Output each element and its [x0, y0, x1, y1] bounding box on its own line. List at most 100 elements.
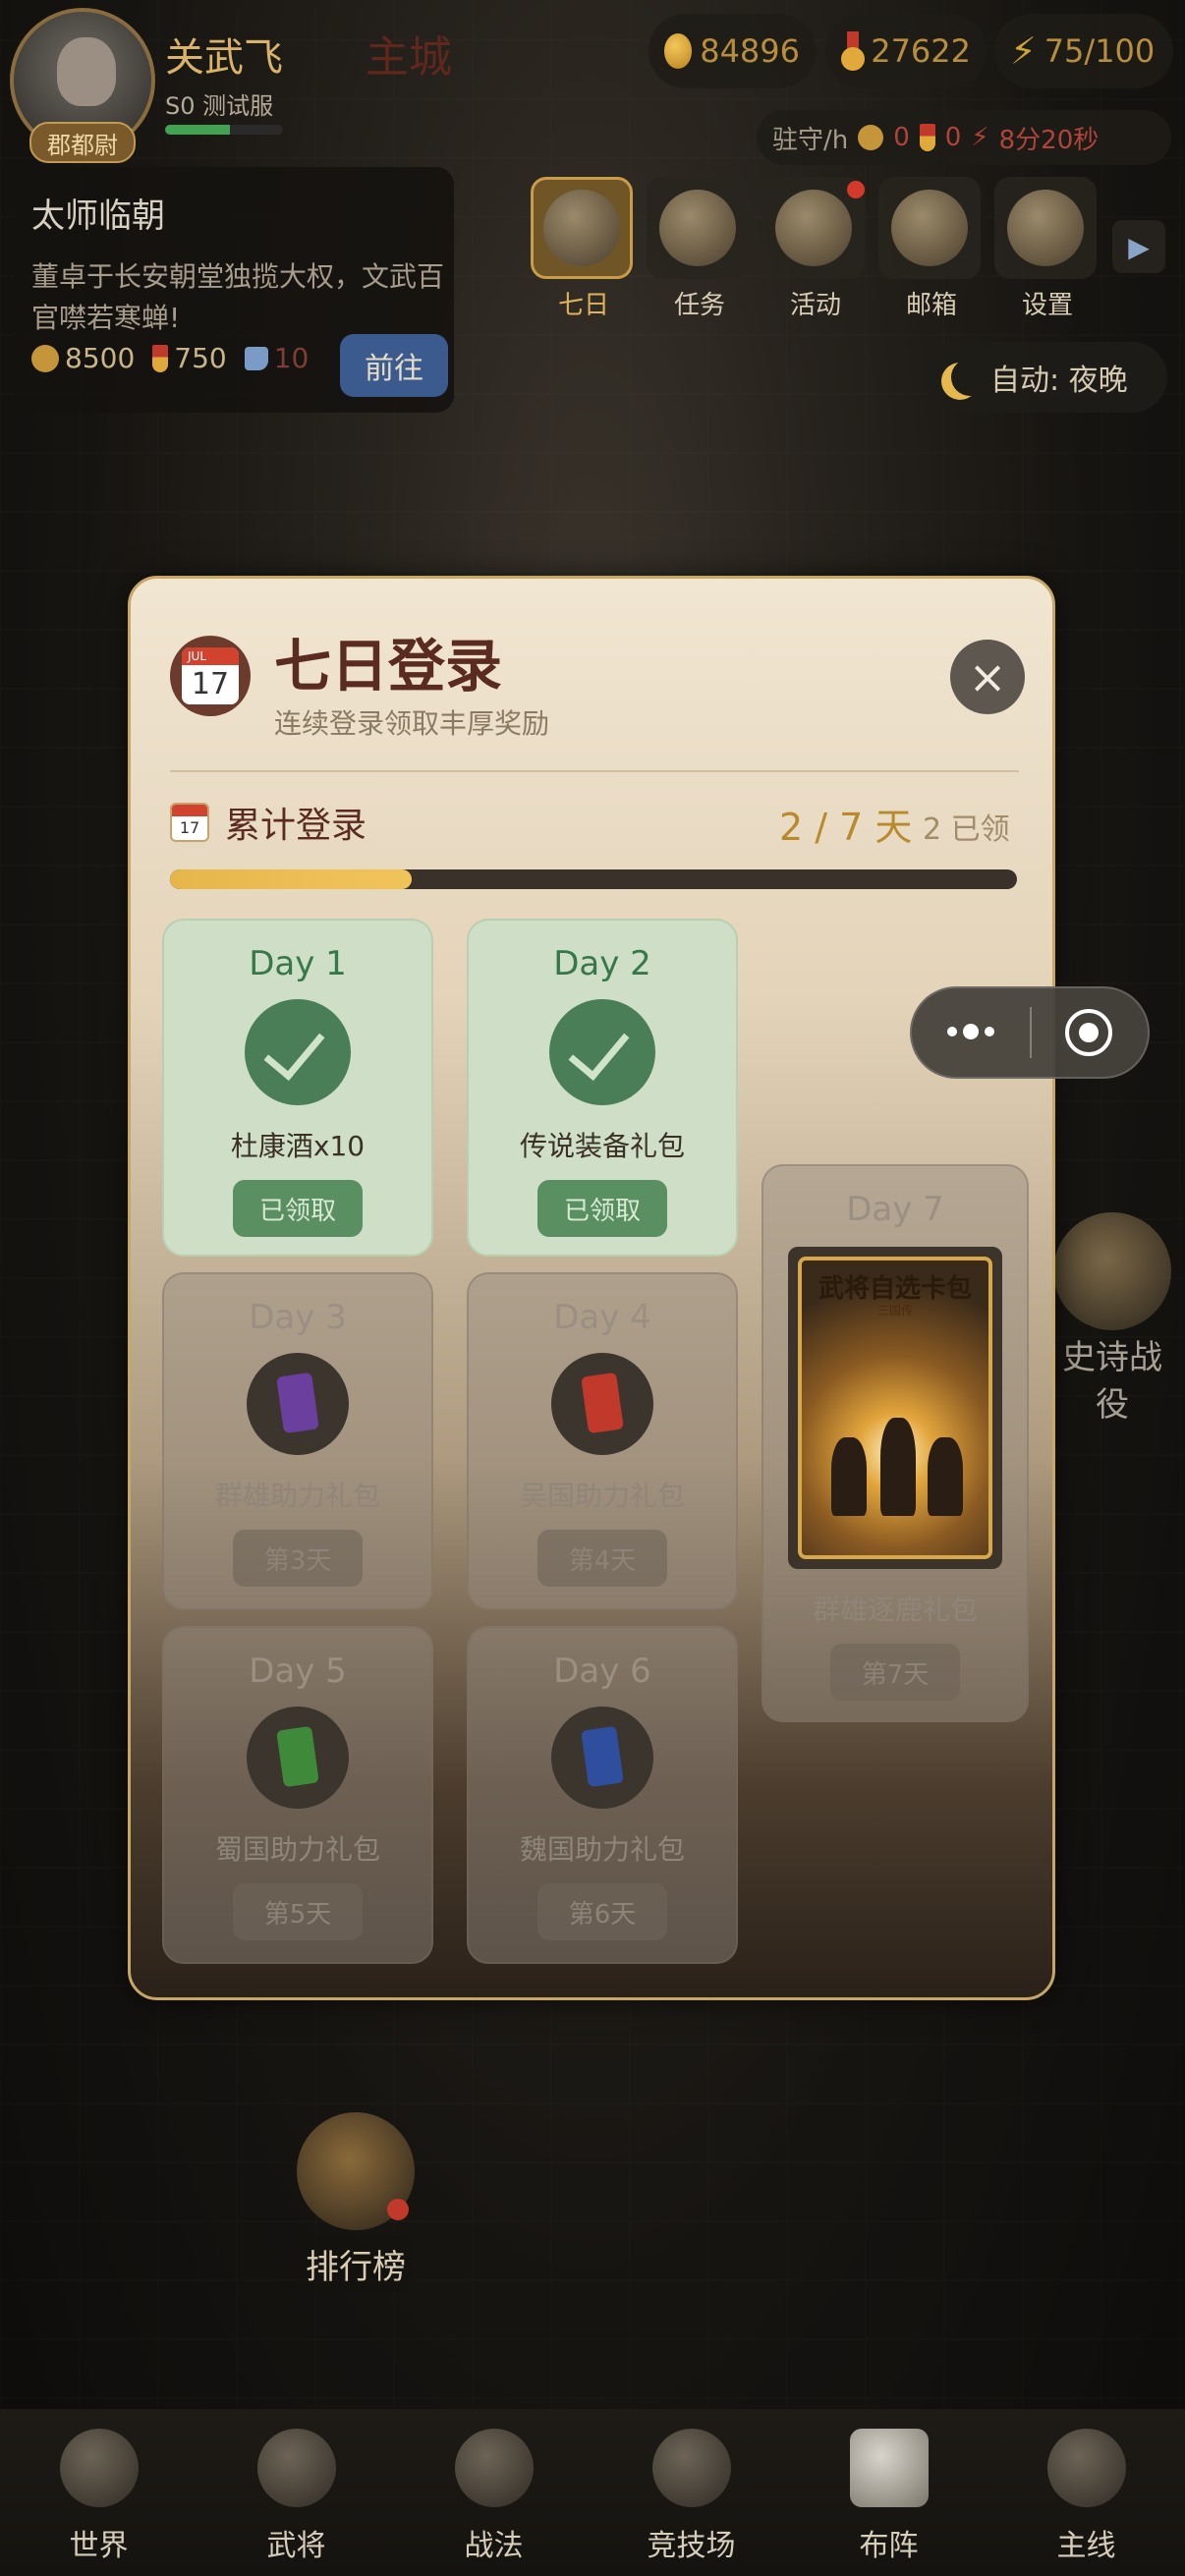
nav-label: 竞技场 [647, 2529, 736, 2563]
garrison-coins: 0 [893, 123, 910, 152]
claimed-button[interactable]: 已领取 [233, 1180, 363, 1237]
day-label: Day 4 [553, 1298, 651, 1337]
moon-icon [951, 359, 988, 396]
day-card-3[interactable]: Day 3 群雄助力礼包 第3天 [162, 1272, 433, 1610]
menu-label: 活动 [789, 291, 841, 320]
reward-name: 群雄助力礼包 [214, 1480, 380, 1512]
notification-dot [387, 2199, 409, 2220]
energy-counter[interactable]: ⚡ 75/100 [994, 14, 1173, 88]
claimed-button[interactable]: 已领取 [537, 1180, 667, 1237]
nav-generals[interactable]: 武将 [198, 2409, 395, 2576]
more-options-icon[interactable] [912, 1023, 1030, 1039]
locked-day-button[interactable]: 第7天 [830, 1644, 960, 1701]
calendar-icon: JUL 17 [170, 636, 251, 716]
reward-name: 群雄逐鹿礼包 [812, 1594, 978, 1626]
nav-formation[interactable]: 布阵 [790, 2409, 988, 2576]
locked-day-button[interactable]: 第5天 [233, 1883, 363, 1940]
event-rewards: 8500 750 10 [31, 342, 309, 374]
menu-label: 设置 [1021, 291, 1073, 320]
nav-world[interactable]: 世界 [0, 2409, 198, 2576]
mail-icon [878, 177, 981, 279]
day-card-2[interactable]: Day 2 传说装备礼包 已领取 [467, 919, 738, 1257]
divider [170, 770, 1019, 772]
locked-day-button[interactable]: 第3天 [233, 1530, 363, 1587]
progress-count: 2 / 7 天 [779, 806, 913, 849]
menu-mailbox[interactable]: 邮箱 [878, 177, 985, 321]
close-miniprogram-icon[interactable] [1065, 1009, 1112, 1056]
day-card-4[interactable]: Day 4 吴国助力礼包 第4天 [467, 1272, 738, 1610]
auto-mode-toggle[interactable]: 自动: 夜晚 [924, 342, 1167, 413]
day-card-5[interactable]: Day 5 蜀国助力礼包 第5天 [162, 1626, 433, 1964]
formation-icon [849, 2429, 929, 2507]
lightning-icon: ⚡ [971, 123, 989, 152]
reward-medals: 750 [174, 342, 227, 374]
close-button[interactable]: × [950, 640, 1025, 714]
day-card-1[interactable]: Day 1 杜康酒x10 已领取 [162, 919, 433, 1257]
top-menu: 七日 任务 活动 邮箱 设置 [531, 177, 1100, 321]
medal-icon [841, 31, 866, 71]
event-title: 太师临朝 [31, 196, 165, 236]
modal-subtitle: 连续登录领取丰厚奖励 [274, 707, 550, 740]
reward-name: 吴国助力礼包 [519, 1480, 685, 1512]
gift-pack-icon [551, 1353, 653, 1455]
epic-battle-icon [1053, 1212, 1171, 1330]
nav-arena[interactable]: 竞技场 [592, 2409, 790, 2576]
miniprogram-capsule [910, 986, 1150, 1079]
seven-day-icon [531, 177, 633, 279]
medals-value: 27622 [871, 32, 971, 70]
calendar-month: JUL [182, 647, 239, 665]
arena-swords-icon [651, 2429, 731, 2507]
leaderboard-icon [297, 2112, 415, 2230]
nav-tactics[interactable]: 战法 [395, 2409, 592, 2576]
day-label: Day 1 [249, 944, 347, 983]
locked-day-button[interactable]: 第6天 [537, 1883, 667, 1940]
calendar-small-icon: 17 [170, 803, 209, 842]
boot-icon [244, 346, 268, 370]
menu-events[interactable]: 活动 [762, 177, 869, 321]
generals-icon [256, 2429, 336, 2507]
menu-tasks[interactable]: 任务 [647, 177, 753, 321]
lightning-icon: ⚡ [1010, 29, 1037, 73]
day-card-7[interactable]: Day 7 武将自选卡包 三国传 群雄逐鹿礼包 第7天 [762, 1164, 1029, 1722]
play-arrow-icon[interactable]: ▶ [1112, 220, 1165, 273]
day-label: Day 5 [249, 1652, 347, 1691]
nav-label: 战法 [464, 2529, 524, 2563]
locked-day-button[interactable]: 第4天 [537, 1530, 667, 1587]
epic-battle-label: 史诗战役 [1062, 1338, 1162, 1425]
nav-main-quest[interactable]: 主线 [988, 2409, 1185, 2576]
city-name: 主城 [366, 32, 452, 83]
main-quest-flag-icon [1046, 2429, 1126, 2507]
medals-counter[interactable]: 27622 [825, 14, 987, 88]
menu-label: 邮箱 [905, 291, 957, 320]
rank-badge: 郡都尉 [29, 122, 136, 163]
avatar-face [57, 37, 116, 106]
leaderboard-label: 排行榜 [296, 2236, 416, 2292]
day-label: Day 3 [249, 1298, 347, 1337]
nav-label: 武将 [266, 2529, 326, 2563]
leaderboard-button[interactable]: 排行榜 [287, 2112, 424, 2292]
event-description: 董卓于长安朝堂独揽大权，文武百官噤若寒蝉! [31, 260, 445, 334]
check-icon [245, 999, 351, 1105]
coin-icon [31, 344, 59, 372]
nav-label: 布阵 [859, 2529, 919, 2563]
login-progress-bar [170, 869, 1017, 889]
reward-boots: 10 [273, 342, 310, 374]
gift-pack-icon [247, 1353, 349, 1455]
event-go-button[interactable]: 前往 [340, 334, 448, 397]
tasks-icon [647, 177, 749, 279]
exp-bar [165, 125, 283, 135]
coin-icon [664, 33, 693, 69]
epic-battle-button[interactable]: 史诗战役 [1053, 1212, 1171, 1428]
poster-title: 武将自选卡包 [818, 1274, 972, 1304]
capsule-divider [1030, 1007, 1032, 1058]
coins-counter[interactable]: 84896 [649, 14, 816, 88]
gift-pack-icon [247, 1707, 349, 1809]
menu-seven-day[interactable]: 七日 [531, 177, 637, 321]
reward-coins: 8500 [65, 342, 136, 374]
garrison-medals: 0 [944, 123, 962, 152]
nav-label: 主线 [1056, 2529, 1116, 2563]
menu-settings[interactable]: 设置 [994, 177, 1100, 321]
calendar-day: 17 [191, 667, 230, 701]
medal-icon [919, 124, 935, 151]
day-card-6[interactable]: Day 6 魏国助力礼包 第6天 [467, 1626, 738, 1964]
